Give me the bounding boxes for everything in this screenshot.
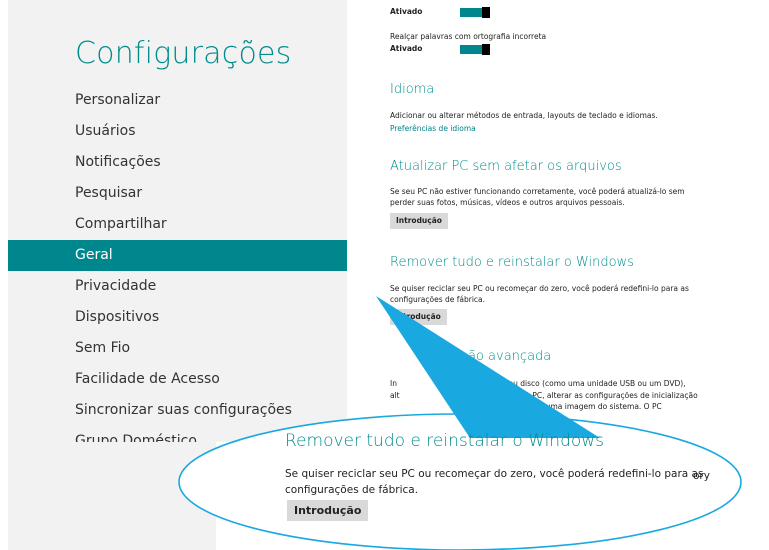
reset-title: Remover tudo e reinstalar o Windows <box>390 255 634 270</box>
reset-desc-line2: configurações de fábrica. <box>390 295 486 304</box>
refresh-desc-line1: Se seu PC não estiver funcionando corret… <box>390 187 685 196</box>
spell-check-label: Realçar palavras com ortografia incorret… <box>390 32 547 41</box>
refresh-title: Atualizar PC sem afetar os arquivos <box>390 159 622 174</box>
spell-check-state: Ativado <box>390 44 423 53</box>
reset-start-button[interactable]: trodução <box>390 309 447 325</box>
zoom-reset-desc: Se quiser reciclar seu PC ou recomeçar d… <box>285 466 705 498</box>
refresh-start-button[interactable]: Introdução <box>390 213 448 229</box>
nav-item-personalizar[interactable]: Personalizar <box>8 85 347 116</box>
toggle-switch-top[interactable] <box>460 7 490 18</box>
zoom-overflow-text: ory <box>693 470 710 482</box>
zoom-desc-line2: configurações de fábrica. <box>285 484 419 496</box>
nav-item-geral[interactable]: Geral <box>8 240 347 271</box>
idioma-title: Idioma <box>390 82 435 97</box>
zoom-start-button[interactable]: Introdução <box>287 500 369 521</box>
spell-check-toggle[interactable] <box>460 44 490 55</box>
advanced-desc-line2a: alt <box>390 391 400 400</box>
advanced-startup-title: ão avançada <box>468 349 552 364</box>
nav-item-facilidade-acesso[interactable]: Facilidade de Acesso <box>8 364 347 395</box>
advanced-desc-line2b: firmware do PC, alterar as configurações… <box>485 391 698 400</box>
nav-item-compartilhar[interactable]: Compartilhar <box>8 209 347 240</box>
advanced-desc-line3b: meio de uma imagem do sistema. O PC <box>513 402 662 411</box>
nav-item-pesquisar[interactable]: Pesquisar <box>8 178 347 209</box>
nav-item-notificacoes[interactable]: Notificações <box>8 147 347 178</box>
toggle-state-top: Ativado <box>390 7 423 16</box>
page-title: Configurações <box>75 36 292 71</box>
reset-desc-line1: Se quiser reciclar seu PC ou recomeçar d… <box>390 284 689 293</box>
nav-item-sem-fio[interactable]: Sem Fio <box>8 333 347 364</box>
nav-item-usuarios[interactable]: Usuários <box>8 116 347 147</box>
advanced-desc-line1b: dispositivo ou disco (como uma unidade U… <box>466 379 686 388</box>
refresh-desc-line2: perder suas fotos, músicas, vídeos e out… <box>390 198 625 207</box>
idioma-preferences-link[interactable]: Preferências de idioma <box>390 124 476 133</box>
zoom-reset-title: Remover tudo e reinstalar o Windows <box>285 431 605 451</box>
nav-item-dispositivos[interactable]: Dispositivos <box>8 302 347 333</box>
idioma-desc: Adicionar ou alterar métodos de entrada,… <box>390 111 658 120</box>
zoom-desc-line1: Se quiser reciclar seu PC ou recomeçar d… <box>285 468 704 480</box>
nav-item-sincronizar[interactable]: Sincronizar suas configurações <box>8 395 347 426</box>
settings-panel-bottom <box>8 442 216 550</box>
nav-item-privacidade[interactable]: Privacidade <box>8 271 347 302</box>
advanced-desc-line1a: In <box>390 379 397 388</box>
